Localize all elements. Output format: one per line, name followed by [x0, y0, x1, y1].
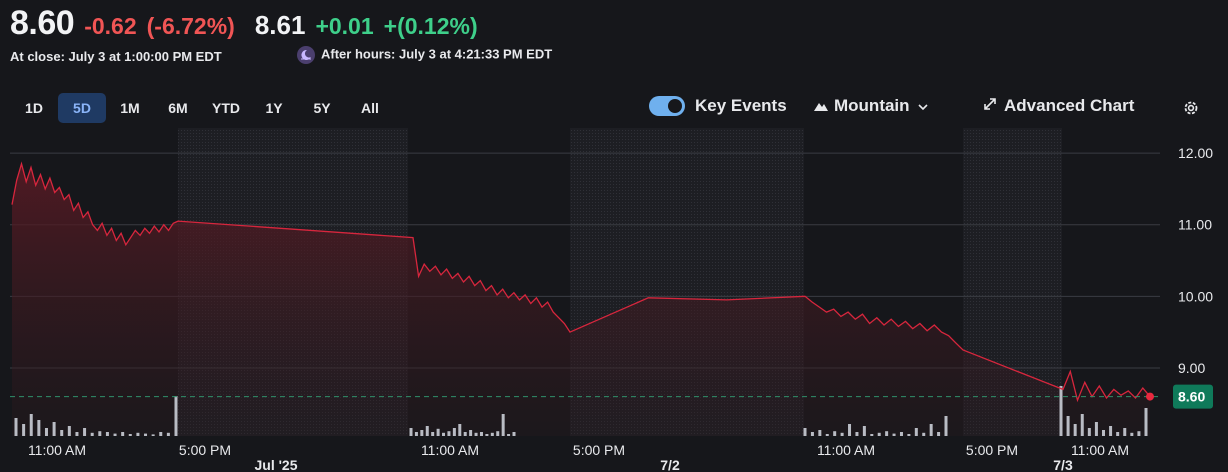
volume-bar — [75, 432, 79, 436]
x-tick-label: 5:00 PM — [966, 442, 1018, 458]
volume-bar — [855, 432, 859, 436]
volume-bar — [452, 428, 456, 436]
volume-bar — [1109, 426, 1113, 436]
volume-bar — [914, 428, 918, 436]
volume-bar — [870, 434, 874, 436]
volume-bar — [929, 424, 933, 436]
volume-bar — [1116, 432, 1120, 436]
volume-bar — [469, 430, 473, 436]
volume-bar — [892, 433, 896, 436]
volume-bar — [105, 432, 109, 436]
current-price-dot — [1146, 392, 1154, 401]
volume-bar — [414, 432, 418, 436]
volume-bar — [136, 432, 140, 436]
volume-bar — [166, 432, 170, 436]
volume-bar — [1123, 428, 1127, 436]
x-tick-label: 11:00 AM — [421, 442, 479, 458]
volume-bar — [1144, 408, 1148, 436]
volume-bar — [840, 432, 844, 436]
volume-bar — [848, 424, 852, 436]
volume-bar — [37, 420, 41, 436]
x-tick-label: 11:00 AM — [1071, 442, 1129, 458]
volume-bar — [1102, 430, 1105, 436]
volume-bar — [409, 428, 413, 436]
date-label: 7/2 — [660, 457, 680, 472]
volume-bar — [60, 430, 64, 436]
y-tick-label: 9.00 — [1178, 360, 1205, 376]
volume-bar — [922, 432, 926, 436]
volume-bar — [174, 396, 178, 436]
volume-bar — [1059, 386, 1063, 436]
x-tick-label: 11:00 AM — [28, 442, 86, 458]
current-price-label: 8.60 — [1178, 389, 1205, 405]
volume-bar — [474, 432, 478, 436]
y-tick-label: 11.00 — [1178, 217, 1212, 233]
volume-bar — [121, 432, 125, 436]
volume-bar — [1080, 414, 1084, 436]
volume-bar — [463, 432, 467, 436]
volume-bar — [818, 430, 822, 436]
volume-bar — [159, 432, 163, 436]
volume-bar — [1094, 422, 1098, 436]
volume-bar — [98, 431, 102, 436]
volume-bar — [1073, 424, 1077, 436]
x-tick-label: 5:00 PM — [573, 442, 625, 458]
volume-bar — [29, 414, 33, 436]
volume-bar — [44, 428, 48, 436]
volume-bar — [501, 414, 505, 436]
volume-bar — [151, 434, 155, 436]
x-tick-label: 11:00 AM — [817, 442, 875, 458]
volume-bar — [803, 428, 807, 436]
volume-bar — [447, 431, 451, 436]
volume-bar — [490, 432, 494, 436]
volume-bar — [431, 432, 435, 436]
volume-bar — [485, 434, 489, 436]
volume-bar — [825, 434, 829, 436]
price-chart[interactable]: 9.00 10.00 11.00 12.00 8.60 11:00 AM 5:00 PM… — [0, 0, 1228, 472]
volume-bar — [944, 416, 948, 436]
volume-bar — [1137, 431, 1141, 436]
volume-bar — [458, 424, 462, 436]
volume-bar — [1087, 428, 1091, 436]
volume-bar — [833, 431, 837, 436]
volume-bar — [1066, 416, 1070, 436]
volume-bar — [512, 432, 516, 436]
volume-bar — [885, 431, 889, 436]
volume-bar — [899, 432, 903, 436]
volume-bar — [83, 428, 87, 436]
volume-bar — [877, 432, 881, 436]
volume-bar — [90, 432, 94, 436]
date-label: Jul '25 — [254, 457, 297, 472]
volume-bar — [67, 426, 71, 436]
volume-bar — [52, 422, 56, 436]
y-tick-label: 10.00 — [1178, 288, 1213, 304]
volume-bar — [907, 434, 911, 436]
volume-bar — [442, 432, 446, 436]
volume-bar — [479, 432, 483, 436]
volume-bar — [14, 418, 18, 436]
volume-bar — [937, 432, 941, 436]
volume-bar — [128, 434, 132, 436]
date-label: 7/3 — [1053, 457, 1073, 472]
volume-bar — [22, 424, 26, 436]
volume-bar — [420, 430, 424, 436]
volume-bar — [113, 433, 117, 436]
volume-bar — [425, 426, 429, 436]
volume-bar — [436, 428, 440, 436]
volume-bar — [862, 426, 866, 436]
volume-bar — [507, 434, 511, 436]
volume-bar — [144, 433, 148, 436]
y-tick-label: 12.00 — [1178, 145, 1213, 161]
volume-bar — [496, 431, 500, 436]
volume-bar — [1130, 432, 1134, 436]
x-tick-label: 5:00 PM — [179, 442, 231, 458]
volume-bar — [810, 432, 814, 436]
